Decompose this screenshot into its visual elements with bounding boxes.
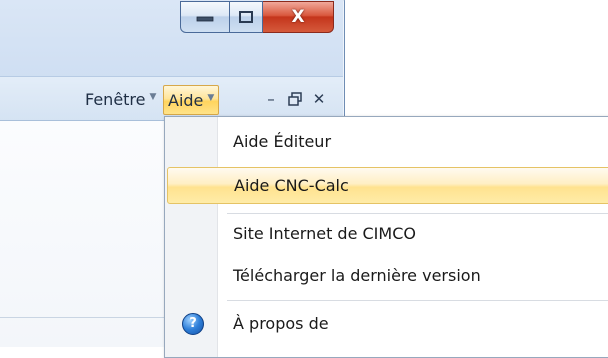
minimize-button[interactable] xyxy=(180,1,230,33)
menu-item-telecharger[interactable]: Télécharger la dernière version xyxy=(167,257,608,294)
menu-item-aide-editeur[interactable]: Aide Éditeur xyxy=(167,123,608,160)
mdi-restore-button[interactable] xyxy=(284,85,306,113)
aide-dropdown-menu: Aide Éditeur Aide CNC-Calc Site Internet… xyxy=(164,116,608,358)
divider xyxy=(0,317,165,318)
restore-icon xyxy=(288,92,302,106)
minimize-icon xyxy=(196,16,214,22)
close-button[interactable]: X xyxy=(263,1,334,33)
menu-separator xyxy=(227,300,608,301)
menu-item-label: À propos de xyxy=(233,314,329,333)
menu-item-site-internet[interactable]: Site Internet de CIMCO xyxy=(167,215,608,252)
help-icon: ? xyxy=(182,312,204,335)
maximize-button[interactable] xyxy=(230,1,263,33)
menu-fenetre[interactable]: Fenêtre ▼ xyxy=(82,85,159,113)
chevron-down-icon: ▼ xyxy=(207,93,215,103)
document-area xyxy=(0,121,165,347)
menu-item-label: Télécharger la dernière version xyxy=(233,266,481,285)
menu-spacer xyxy=(0,85,6,113)
minimize-icon: – xyxy=(267,90,275,108)
menu-aide[interactable]: Aide ▼ xyxy=(163,85,220,115)
menu-aide-label: Aide xyxy=(168,90,204,110)
menu-item-a-propos[interactable]: ? À propos de xyxy=(167,305,608,342)
mdi-close-button[interactable]: ✕ xyxy=(308,85,330,113)
menu-item-label: Site Internet de CIMCO xyxy=(233,224,416,243)
title-bar-buttons: X xyxy=(180,1,334,35)
close-icon: ✕ xyxy=(312,90,326,108)
menu-item-label: Aide Éditeur xyxy=(233,132,332,151)
chevron-down-icon: ▼ xyxy=(149,92,157,102)
close-icon: X xyxy=(291,7,305,27)
mdi-minimize-button[interactable]: – xyxy=(260,85,282,113)
maximize-icon xyxy=(239,11,253,23)
menu-fenetre-label: Fenêtre xyxy=(85,89,146,109)
menu-item-label: Aide CNC-Calc xyxy=(234,176,349,195)
menu-bar: Fenêtre ▼ Aide ▼ – ✕ xyxy=(0,76,343,121)
menu-separator xyxy=(227,213,608,214)
menu-item-aide-cnc-calc[interactable]: Aide CNC-Calc xyxy=(167,167,608,204)
